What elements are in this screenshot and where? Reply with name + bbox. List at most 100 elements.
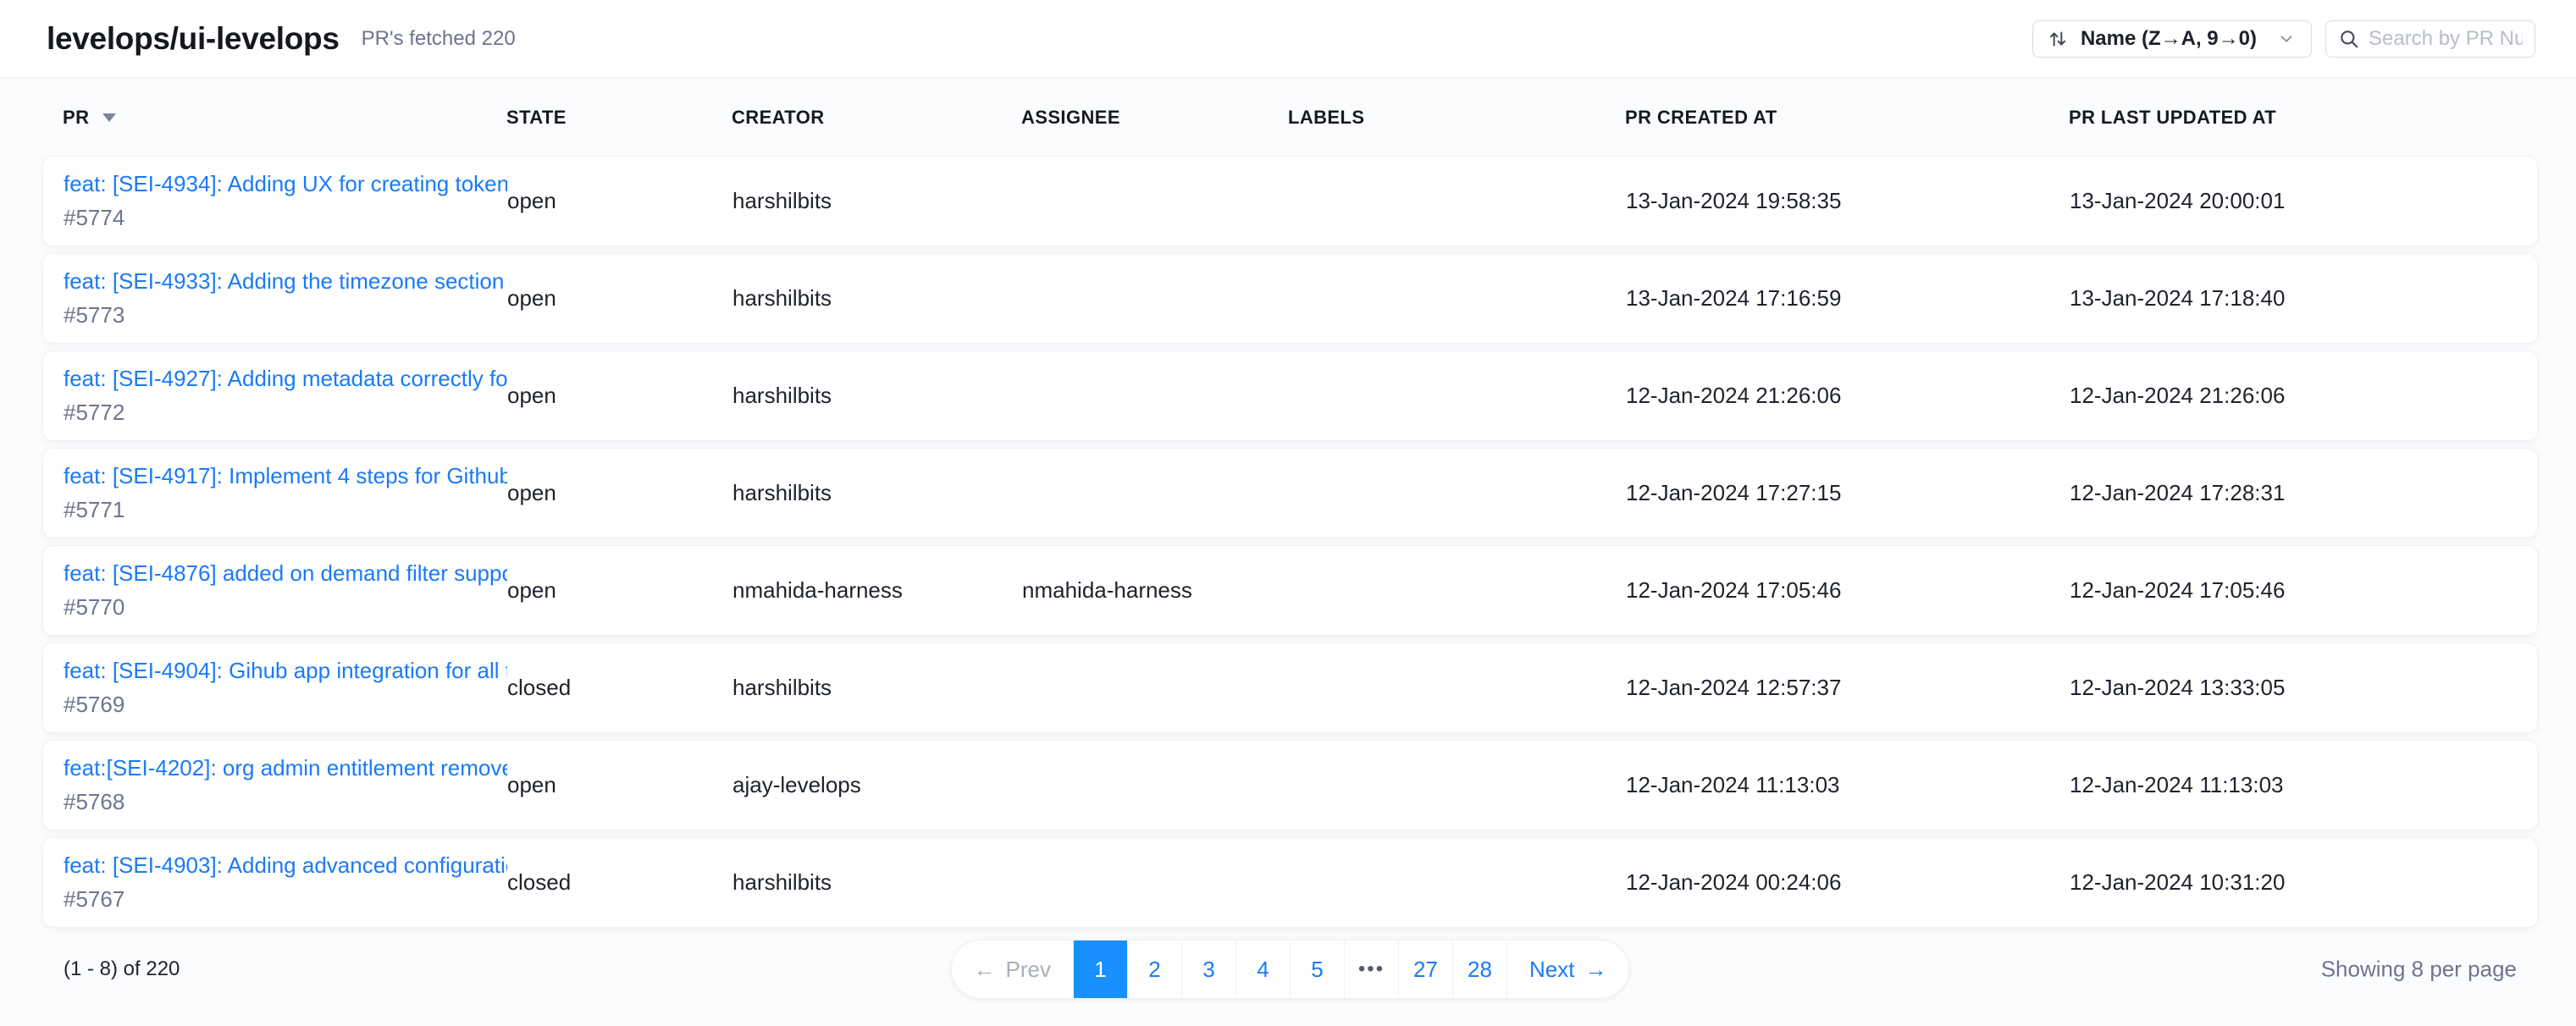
column-header-labels: LABELS bbox=[1288, 107, 1625, 129]
pr-number: #5772 bbox=[64, 400, 507, 426]
pr-title-link[interactable]: feat: [SEI-4934]: Adding UX for creating… bbox=[64, 171, 507, 197]
pr-creator: harshilbits bbox=[732, 285, 1022, 312]
prs-fetched-count: PR's fetched 220 bbox=[362, 27, 516, 51]
search-box[interactable] bbox=[2325, 20, 2535, 58]
table-header-row: PR STATE CREATOR ASSIGNEE LABELS PR CREA… bbox=[42, 107, 2538, 129]
pr-created-at: 12-Jan-2024 21:26:06 bbox=[1626, 383, 2070, 409]
caret-down-icon bbox=[102, 113, 116, 122]
pr-state: open bbox=[507, 772, 732, 798]
pr-state: open bbox=[507, 188, 732, 214]
table-row: feat: [SEI-4903]: Adding advanced config… bbox=[42, 837, 2538, 928]
pr-creator: harshilbits bbox=[732, 869, 1022, 896]
pr-table: PR STATE CREATOR ASSIGNEE LABELS PR CREA… bbox=[0, 78, 2576, 1026]
arrow-right-icon: → bbox=[1584, 957, 1606, 983]
pr-cell: feat: [SEI-4904]: Gihub app integration … bbox=[43, 658, 507, 718]
pr-creator: ajay-levelops bbox=[732, 772, 1022, 798]
pagination-ellipsis[interactable]: ••• bbox=[1344, 940, 1398, 998]
pr-updated-at: 12-Jan-2024 13:33:05 bbox=[2070, 675, 2537, 701]
per-page-text: Showing 8 per page bbox=[2321, 957, 2517, 983]
column-header-assignee: ASSIGNEE bbox=[1021, 107, 1288, 129]
pr-state: open bbox=[507, 285, 732, 312]
table-row: feat: [SEI-4917]: Implement 4 steps for … bbox=[42, 448, 2538, 538]
pr-number: #5767 bbox=[64, 886, 507, 913]
pr-created-at: 13-Jan-2024 19:58:35 bbox=[1626, 188, 2070, 214]
pr-state: open bbox=[507, 383, 732, 409]
pr-title-link[interactable]: feat: [SEI-4903]: Adding advanced config… bbox=[64, 852, 507, 879]
arrow-left-icon: ← bbox=[974, 957, 996, 983]
sort-dropdown[interactable]: Name (Z→A, 9→0) bbox=[2032, 20, 2312, 58]
pr-creator: harshilbits bbox=[732, 383, 1022, 409]
pr-state: closed bbox=[507, 869, 732, 896]
pr-state: open bbox=[507, 577, 732, 604]
pr-updated-at: 12-Jan-2024 17:28:31 bbox=[2070, 480, 2537, 506]
pr-cell: feat: [SEI-4903]: Adding advanced config… bbox=[43, 852, 507, 913]
pr-title-link[interactable]: feat: [SEI-4917]: Implement 4 steps for … bbox=[64, 463, 507, 489]
table-row: feat: [SEI-4933]: Adding the timezone se… bbox=[42, 253, 2538, 344]
pr-number: #5773 bbox=[64, 302, 507, 328]
pr-cell: feat: [SEI-4933]: Adding the timezone se… bbox=[43, 268, 507, 328]
pr-state: closed bbox=[507, 675, 732, 701]
search-input[interactable] bbox=[2369, 27, 2523, 51]
pagination-range-text: (1 - 8) of 220 bbox=[64, 957, 180, 981]
pr-number: #5768 bbox=[64, 789, 507, 815]
column-header-updated-at: PR LAST UPDATED AT bbox=[2069, 107, 2538, 129]
pr-creator: harshilbits bbox=[732, 480, 1022, 506]
pr-created-at: 12-Jan-2024 11:13:03 bbox=[1626, 772, 2070, 798]
pr-created-at: 12-Jan-2024 17:05:46 bbox=[1626, 577, 2070, 604]
pagination-page-28[interactable]: 28 bbox=[1452, 940, 1506, 998]
pr-cell: feat:[SEI-4202]: org admin entitlement r… bbox=[43, 755, 507, 815]
pr-created-at: 12-Jan-2024 12:57:37 bbox=[1626, 675, 2070, 701]
sort-label: Name (Z→A, 9→0) bbox=[2081, 27, 2257, 51]
pagination-page-3[interactable]: 3 bbox=[1181, 940, 1235, 998]
pr-cell: feat: [SEI-4927]: Adding metadata correc… bbox=[43, 366, 507, 426]
pr-title-link[interactable]: feat: [SEI-4876] added on demand filter … bbox=[64, 560, 507, 587]
pr-updated-at: 13-Jan-2024 20:00:01 bbox=[2070, 188, 2537, 214]
pr-number: #5769 bbox=[64, 692, 507, 718]
pr-state: open bbox=[507, 480, 732, 506]
sort-arrows-icon bbox=[2047, 28, 2069, 50]
table-row: feat: [SEI-4876] added on demand filter … bbox=[42, 545, 2538, 636]
pagination-page-4[interactable]: 4 bbox=[1235, 940, 1290, 998]
next-label: Next bbox=[1529, 957, 1574, 983]
pr-title-link[interactable]: feat: [SEI-4904]: Gihub app integration … bbox=[64, 658, 507, 684]
table-row: feat:[SEI-4202]: org admin entitlement r… bbox=[42, 740, 2538, 830]
pr-created-at: 13-Jan-2024 17:16:59 bbox=[1626, 285, 2070, 312]
search-icon bbox=[2338, 28, 2360, 50]
pr-title-link[interactable]: feat: [SEI-4933]: Adding the timezone se… bbox=[64, 268, 507, 295]
page-title: levelops/ui-levelops bbox=[47, 21, 340, 57]
table-body: feat: [SEI-4934]: Adding UX for creating… bbox=[42, 156, 2538, 928]
pr-title-link[interactable]: feat: [SEI-4927]: Adding metadata correc… bbox=[64, 366, 507, 392]
pagination-prev-button[interactable]: ← Prev bbox=[952, 940, 1073, 998]
pr-updated-at: 13-Jan-2024 17:18:40 bbox=[2070, 285, 2537, 312]
column-header-state: STATE bbox=[506, 107, 732, 129]
pr-creator: harshilbits bbox=[732, 675, 1022, 701]
pr-updated-at: 12-Jan-2024 21:26:06 bbox=[2070, 383, 2537, 409]
pr-updated-at: 12-Jan-2024 11:13:03 bbox=[2070, 772, 2537, 798]
pr-number: #5771 bbox=[64, 497, 507, 523]
pagination-page-5[interactable]: 5 bbox=[1290, 940, 1344, 998]
pr-cell: feat: [SEI-4917]: Implement 4 steps for … bbox=[43, 463, 507, 523]
chevron-down-icon bbox=[2277, 30, 2296, 48]
prev-label: Prev bbox=[1006, 957, 1051, 983]
pr-title-link[interactable]: feat:[SEI-4202]: org admin entitlement r… bbox=[64, 755, 507, 781]
pr-cell: feat: [SEI-4876] added on demand filter … bbox=[43, 560, 507, 621]
pr-cell: feat: [SEI-4934]: Adding UX for creating… bbox=[43, 171, 507, 231]
table-footer: (1 - 8) of 220 ← Prev 12345•••2728 Next … bbox=[42, 940, 2538, 999]
top-controls: Name (Z→A, 9→0) bbox=[2032, 20, 2535, 58]
pagination-page-27[interactable]: 27 bbox=[1398, 940, 1452, 998]
pagination-page-2[interactable]: 2 bbox=[1127, 940, 1181, 998]
pr-number: #5770 bbox=[64, 594, 507, 621]
pr-creator: harshilbits bbox=[732, 188, 1022, 214]
pr-created-at: 12-Jan-2024 17:27:15 bbox=[1626, 480, 2070, 506]
pr-assignee: nmahida-harness bbox=[1022, 577, 1289, 604]
table-row: feat: [SEI-4927]: Adding metadata correc… bbox=[42, 350, 2538, 441]
column-header-pr[interactable]: PR bbox=[42, 107, 506, 129]
pagination-page-1[interactable]: 1 bbox=[1073, 940, 1127, 998]
top-bar: levelops/ui-levelops PR's fetched 220 Na… bbox=[0, 0, 2576, 78]
pr-creator: nmahida-harness bbox=[732, 577, 1022, 604]
pagination-next-button[interactable]: Next → bbox=[1506, 940, 1628, 998]
column-header-creator: CREATOR bbox=[732, 107, 1021, 129]
table-row: feat: [SEI-4934]: Adding UX for creating… bbox=[42, 156, 2538, 246]
table-row: feat: [SEI-4904]: Gihub app integration … bbox=[42, 643, 2538, 733]
column-header-pr-label: PR bbox=[63, 107, 89, 129]
